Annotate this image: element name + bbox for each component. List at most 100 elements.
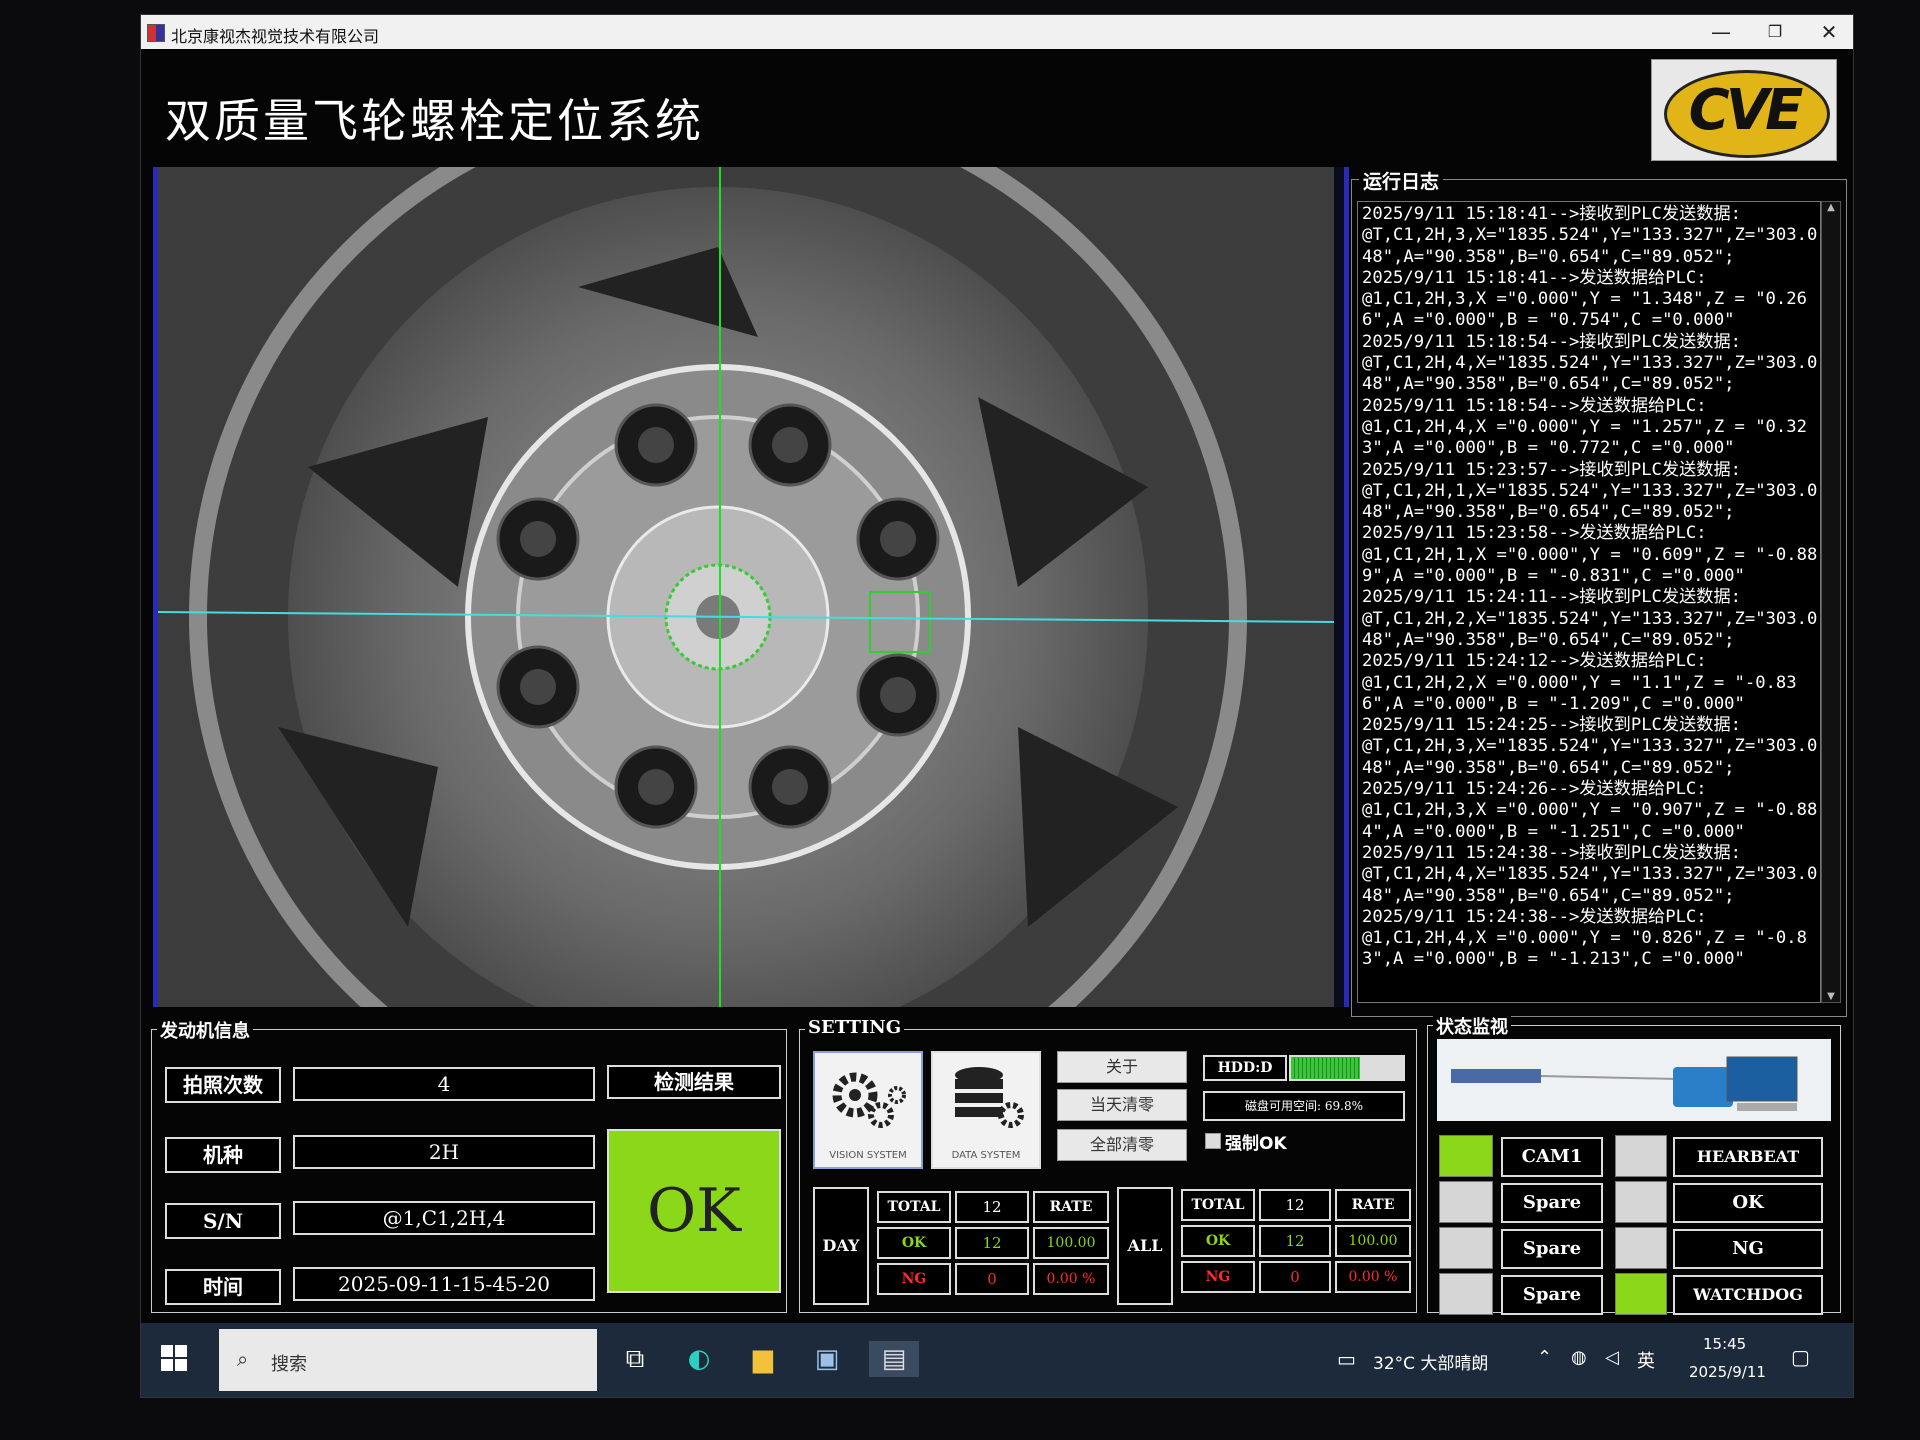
company-logo: CVE (1651, 59, 1837, 161)
log-textbox[interactable]: 2025/9/11 15:18:41-->接收到PLC发送数据: @T,C1,2… (1357, 201, 1821, 1003)
all-ok-value: 12 (1259, 1225, 1331, 1257)
monitor-screen: 北京康视杰视觉技术有限公司 — ❐ ✕ 双质量飞轮螺栓定位系统 CVE 运行日志… (140, 14, 1854, 1398)
spare3-indicator (1439, 1273, 1493, 1315)
heartbeat-label: HEARBEAT (1673, 1137, 1823, 1177)
all-label: ALL (1117, 1187, 1173, 1305)
watchdog-indicator (1615, 1273, 1667, 1315)
clock-date[interactable]: 2025/9/11 (1689, 1363, 1766, 1381)
hdd-usage-bar (1289, 1055, 1405, 1081)
watchdog-label: WATCHDOG (1673, 1275, 1823, 1315)
ime-indicator[interactable]: 英 (1637, 1347, 1655, 1373)
all-total-value: 12 (1259, 1189, 1331, 1221)
window-title: 北京康视杰视觉技术有限公司 (171, 27, 380, 46)
model-value: 2H (293, 1135, 595, 1169)
cam1-indicator (1439, 1135, 1493, 1177)
taskbar-search-box[interactable]: ⌕ 搜索 (219, 1329, 597, 1391)
data-system-button[interactable]: DATA SYSTEM (931, 1051, 1041, 1169)
camera-image (158, 167, 1334, 1007)
ok-indicator (1615, 1181, 1667, 1223)
status-monitor-title: 状态监视 (1433, 1013, 1511, 1039)
camera-to-pc-icon (1451, 1056, 1798, 1111)
clear-today-button[interactable]: 当天清零 (1057, 1089, 1187, 1121)
network-diagram (1437, 1039, 1831, 1121)
scroll-up-icon[interactable]: ▲ (1822, 202, 1840, 213)
spare2-label: Spare (1501, 1229, 1603, 1269)
engine-info-title: 发动机信息 (157, 1017, 253, 1043)
spare1-label: Spare (1501, 1183, 1603, 1223)
search-icon: ⌕ (237, 1347, 249, 1371)
time-label: 时间 (165, 1269, 281, 1305)
spare2-indicator (1439, 1227, 1493, 1269)
all-ng-value: 0 (1259, 1261, 1331, 1293)
gears-icon (832, 1072, 906, 1128)
camera-view (153, 167, 1349, 1007)
shot-count-value: 4 (293, 1067, 595, 1101)
app-icon (147, 24, 165, 42)
day-ok-rate: 100.00 (1033, 1227, 1109, 1259)
weather-icon: ▭ (1337, 1347, 1356, 1371)
hdd-usage-fill (1291, 1057, 1361, 1079)
vision-system-button[interactable]: VISION SYSTEM (813, 1051, 923, 1169)
result-indicator: OK (607, 1129, 781, 1293)
logo-text: CVE (1688, 78, 1804, 143)
day-label: DAY (813, 1187, 869, 1305)
cam1-label: CAM1 (1501, 1137, 1603, 1177)
scroll-down-icon[interactable]: ▼ (1822, 991, 1840, 1002)
all-rate-label: RATE (1335, 1189, 1411, 1221)
network-icon[interactable]: ◍ (1571, 1347, 1587, 1368)
maximize-button[interactable]: ❐ (1755, 19, 1795, 45)
disk-space-text: 磁盘可用空间: 69.8% (1203, 1091, 1405, 1121)
log-scrollbar[interactable]: ▲ ▼ (1821, 201, 1841, 1003)
remote-desktop-icon[interactable]: ▣ (809, 1341, 845, 1377)
result-label: 检测结果 (607, 1065, 781, 1099)
shot-count-label: 拍照次数 (165, 1067, 281, 1103)
vision-system-caption: VISION SYSTEM (829, 1150, 907, 1161)
window-titlebar: 北京康视杰视觉技术有限公司 — ❐ ✕ (141, 15, 1853, 49)
weather-text[interactable]: 32°C 大部晴朗 (1373, 1349, 1488, 1374)
log-title: 运行日志 (1359, 167, 1444, 194)
day-rate-label: RATE (1033, 1191, 1109, 1223)
database-icon (955, 1067, 1024, 1128)
setting-title: SETTING (805, 1017, 905, 1038)
windows-start-icon[interactable] (161, 1345, 187, 1371)
spare3-label: Spare (1501, 1275, 1603, 1315)
ng-indicator (1615, 1227, 1667, 1269)
notification-icon[interactable]: ▢ (1791, 1345, 1810, 1369)
day-ng-value: 0 (955, 1263, 1029, 1295)
app-title: 双质量飞轮螺栓定位系统 (165, 94, 704, 148)
all-ng-rate: 0.00 % (1335, 1261, 1411, 1293)
all-ok-rate: 100.00 (1335, 1225, 1411, 1257)
chevron-up-icon[interactable]: ⌃ (1537, 1347, 1552, 1368)
clear-all-button[interactable]: 全部清零 (1057, 1129, 1187, 1161)
task-view-icon[interactable]: ⧉ (617, 1341, 653, 1377)
all-ok-label: OK (1181, 1225, 1255, 1257)
day-total-value: 12 (955, 1191, 1029, 1223)
sn-label: S/N (165, 1203, 281, 1239)
edge-browser-icon[interactable]: ◐ (681, 1341, 717, 1377)
ok-status-label: OK (1673, 1183, 1823, 1223)
all-ng-label: NG (1181, 1261, 1255, 1293)
day-ok-value: 12 (955, 1227, 1029, 1259)
clock-time[interactable]: 15:45 (1703, 1335, 1746, 1353)
sn-value: @1,C1,2H,4 (293, 1201, 595, 1235)
force-ok-checkbox[interactable] (1205, 1133, 1221, 1149)
vision-app-taskbar-icon[interactable]: ▤ (869, 1341, 919, 1377)
about-button[interactable]: 关于 (1057, 1051, 1187, 1083)
day-total-label: TOTAL (877, 1191, 951, 1223)
ng-status-label: NG (1673, 1229, 1823, 1269)
hdd-label: HDD:D (1203, 1055, 1287, 1081)
file-explorer-icon[interactable]: ▆ (745, 1341, 781, 1377)
all-total-label: TOTAL (1181, 1189, 1255, 1221)
log-text: 2025/9/11 15:18:41-->接收到PLC发送数据: @T,C1,2… (1362, 204, 1818, 970)
volume-icon[interactable]: ◁ (1605, 1347, 1619, 1368)
taskbar: ⌕ 搜索 ⧉ ◐ ▆ ▣ ▤ ▭ 32°C 大部晴朗 ⌃ ◍ ◁ 英 15:45… (141, 1323, 1853, 1397)
model-label: 机种 (165, 1137, 281, 1173)
spare1-indicator (1439, 1181, 1493, 1223)
search-placeholder: 搜索 (271, 1354, 307, 1375)
day-ng-rate: 0.00 % (1033, 1263, 1109, 1295)
minimize-button[interactable]: — (1701, 19, 1741, 45)
data-system-caption: DATA SYSTEM (951, 1150, 1021, 1161)
heartbeat-indicator (1615, 1135, 1667, 1177)
close-button[interactable]: ✕ (1809, 19, 1849, 45)
day-ng-label: NG (877, 1263, 951, 1295)
